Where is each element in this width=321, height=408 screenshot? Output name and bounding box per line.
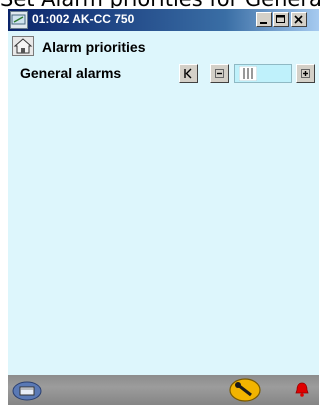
page-title: Alarm priorities (42, 39, 146, 55)
close-icon (294, 15, 303, 24)
device-icon (12, 381, 42, 401)
home-icon (13, 38, 33, 54)
minimize-button[interactable] (256, 12, 272, 27)
alarm-priority-slider[interactable] (234, 64, 292, 83)
window-title: 01:002 AK-CC 750 (32, 12, 135, 26)
minimize-icon (260, 22, 267, 24)
title-bar[interactable]: 01:002 AK-CC 750 (8, 9, 319, 31)
app-icon[interactable] (10, 11, 28, 29)
plus-icon (301, 69, 310, 78)
maximize-icon (276, 15, 285, 23)
step-up-button[interactable] (296, 64, 315, 83)
app-window: 01:002 AK-CC 750 Alarm priorities Genera… (8, 9, 319, 405)
general-alarms-label: General alarms (20, 65, 122, 81)
home-button[interactable] (12, 36, 34, 56)
main-panel: Alarm priorities General alarms (8, 31, 319, 375)
slider-grip-icon (238, 65, 258, 82)
slider-thumb[interactable] (238, 65, 258, 82)
step-down-button[interactable] (210, 64, 229, 83)
minus-icon (215, 69, 224, 78)
service-button[interactable] (228, 377, 262, 408)
close-button[interactable] (291, 12, 307, 27)
step-to-start-button[interactable] (179, 64, 198, 83)
alarm-bell-icon (295, 382, 309, 397)
step-to-start-icon (184, 68, 192, 79)
maximize-button[interactable] (273, 12, 289, 27)
service-wrench-icon (229, 378, 261, 402)
alarm-button[interactable] (293, 381, 311, 404)
status-bar (8, 375, 319, 405)
page-caption: Set Alarm priorities for General alarms (0, 0, 321, 8)
device-button[interactable] (12, 381, 42, 406)
